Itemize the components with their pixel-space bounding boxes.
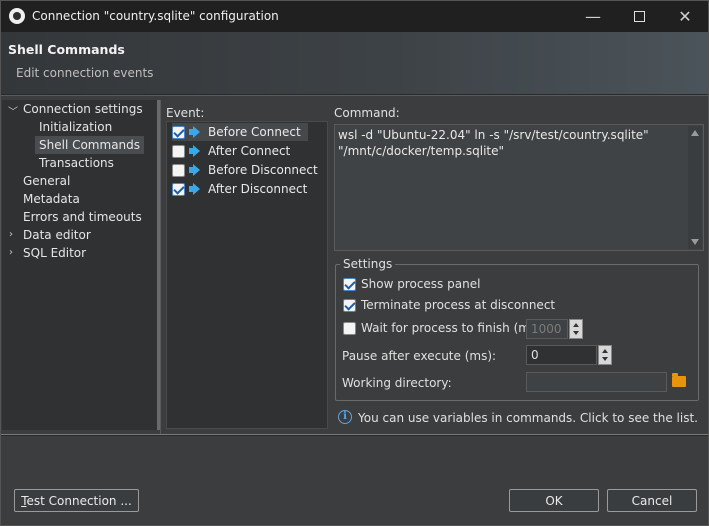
- cancel-label: Cancel: [631, 493, 673, 508]
- show-process-panel-option[interactable]: Show process panel: [343, 277, 480, 291]
- window-title: Connection "country.sqlite" configuratio…: [32, 9, 279, 23]
- show-process-panel-checkbox[interactable]: [343, 277, 356, 291]
- minimize-button[interactable]: —: [570, 1, 616, 32]
- settings-legend: Settings: [340, 257, 396, 271]
- event-label-text: Before Disconnect: [208, 163, 318, 177]
- pause-ms-input[interactable]: 0: [526, 345, 597, 365]
- terminate-process-checkbox[interactable]: [343, 298, 356, 312]
- decrement-icon[interactable]: [602, 357, 608, 361]
- increment-icon[interactable]: [573, 323, 579, 327]
- megaphone-icon: [189, 183, 203, 195]
- title-bar: Connection "country.sqlite" configuratio…: [1, 1, 708, 32]
- page-subtitle: Edit connection events: [16, 66, 154, 80]
- tree-item-data-editor[interactable]: Data editor: [23, 226, 91, 244]
- event-checkbox[interactable]: [172, 163, 185, 177]
- panel-divider: [160, 100, 161, 434]
- page-header: Shell Commands Edit connection events: [1, 32, 708, 94]
- pause-after-execute-label: Pause after execute (ms):: [342, 349, 497, 363]
- page-title: Shell Commands: [8, 42, 125, 57]
- event-checkbox[interactable]: [172, 125, 185, 139]
- command-text[interactable]: wsl -d "Ubuntu-22.04" ln -s "/srv/test/c…: [338, 127, 683, 159]
- event-label: Event:: [166, 106, 205, 120]
- wait-ms-value: 1000: [531, 322, 562, 336]
- wait-for-finish-label: Wait for process to finish (ms): [361, 321, 541, 335]
- tree-item-errors-and-timeouts[interactable]: Errors and timeouts: [23, 208, 142, 226]
- test-connection-label: Test Connection ...: [21, 493, 132, 508]
- variables-hint-link[interactable]: You can use variables in commands. Click…: [358, 411, 698, 425]
- wait-ms-input[interactable]: 1000: [526, 319, 568, 339]
- chevron-right-icon[interactable]: ›: [9, 247, 13, 258]
- folder-icon[interactable]: [672, 373, 686, 387]
- tree-item-sql-editor[interactable]: SQL Editor: [23, 244, 86, 262]
- event-checkbox[interactable]: [172, 182, 185, 196]
- close-button[interactable]: ✕: [662, 1, 708, 32]
- chevron-right-icon[interactable]: ›: [9, 229, 13, 240]
- dbeaver-icon: [9, 8, 25, 24]
- command-label: Command:: [334, 106, 400, 120]
- working-directory-label: Working directory:: [342, 376, 452, 390]
- command-scrollbar[interactable]: [688, 126, 702, 249]
- command-textarea[interactable]: wsl -d "Ubuntu-22.04" ln -s "/srv/test/c…: [334, 124, 704, 251]
- tree-item-general[interactable]: General: [23, 172, 70, 190]
- megaphone-icon: [189, 164, 203, 176]
- show-process-panel-label: Show process panel: [361, 277, 481, 291]
- event-label-text: After Disconnect: [208, 182, 308, 196]
- terminate-process-label: Terminate process at disconnect: [361, 298, 556, 312]
- tree-item-initialization[interactable]: Initialization: [39, 118, 112, 136]
- pause-ms-stepper[interactable]: [598, 345, 612, 365]
- event-item-after-disconnect[interactable]: After Disconnect: [172, 180, 307, 198]
- megaphone-icon: [189, 126, 203, 138]
- pause-ms-value: 0: [531, 348, 539, 362]
- event-checkbox[interactable]: [172, 144, 185, 158]
- ok-button[interactable]: OK: [509, 489, 599, 512]
- event-item-after-connect[interactable]: After Connect: [172, 142, 290, 160]
- event-label-text: Before Connect: [208, 125, 301, 139]
- event-item-before-connect[interactable]: Before Connect: [172, 123, 308, 141]
- decrement-icon[interactable]: [573, 331, 579, 335]
- tree-item-connection-settings[interactable]: Connection settings: [23, 100, 143, 118]
- working-directory-input[interactable]: [526, 372, 667, 392]
- terminate-process-option[interactable]: Terminate process at disconnect: [343, 298, 555, 312]
- tree-item-metadata[interactable]: Metadata: [23, 190, 80, 208]
- chevron-down-icon[interactable]: ﹀: [8, 103, 18, 118]
- tree-item-transactions[interactable]: Transactions: [39, 154, 114, 172]
- settings-tree: ﹀ Connection settings Initialization She…: [2, 100, 157, 430]
- info-icon: i: [338, 410, 352, 424]
- ok-label: OK: [545, 493, 563, 508]
- test-connection-button[interactable]: Test Connection ...: [14, 489, 139, 512]
- event-item-before-disconnect[interactable]: Before Disconnect: [172, 161, 318, 179]
- scroll-up-icon[interactable]: [691, 130, 699, 136]
- header-divider-highlight: [1, 95, 708, 96]
- wait-for-finish-checkbox[interactable]: [343, 321, 356, 335]
- wait-for-finish-option[interactable]: Wait for process to finish (ms): [343, 321, 541, 335]
- scroll-down-icon[interactable]: [691, 239, 699, 245]
- increment-icon[interactable]: [602, 349, 608, 353]
- wait-ms-stepper[interactable]: [569, 319, 583, 339]
- cancel-button[interactable]: Cancel: [607, 489, 697, 512]
- maximize-icon: [633, 11, 645, 22]
- tree-item-shell-commands[interactable]: Shell Commands: [35, 136, 145, 154]
- event-label-text: After Connect: [208, 144, 291, 158]
- maximize-button[interactable]: [616, 1, 662, 32]
- megaphone-icon: [189, 145, 203, 157]
- footer-divider-shadow: [1, 435, 708, 436]
- connection-config-dialog: Connection "country.sqlite" configuratio…: [0, 0, 709, 526]
- event-list: Before Connect After Connect Before Disc…: [166, 121, 328, 429]
